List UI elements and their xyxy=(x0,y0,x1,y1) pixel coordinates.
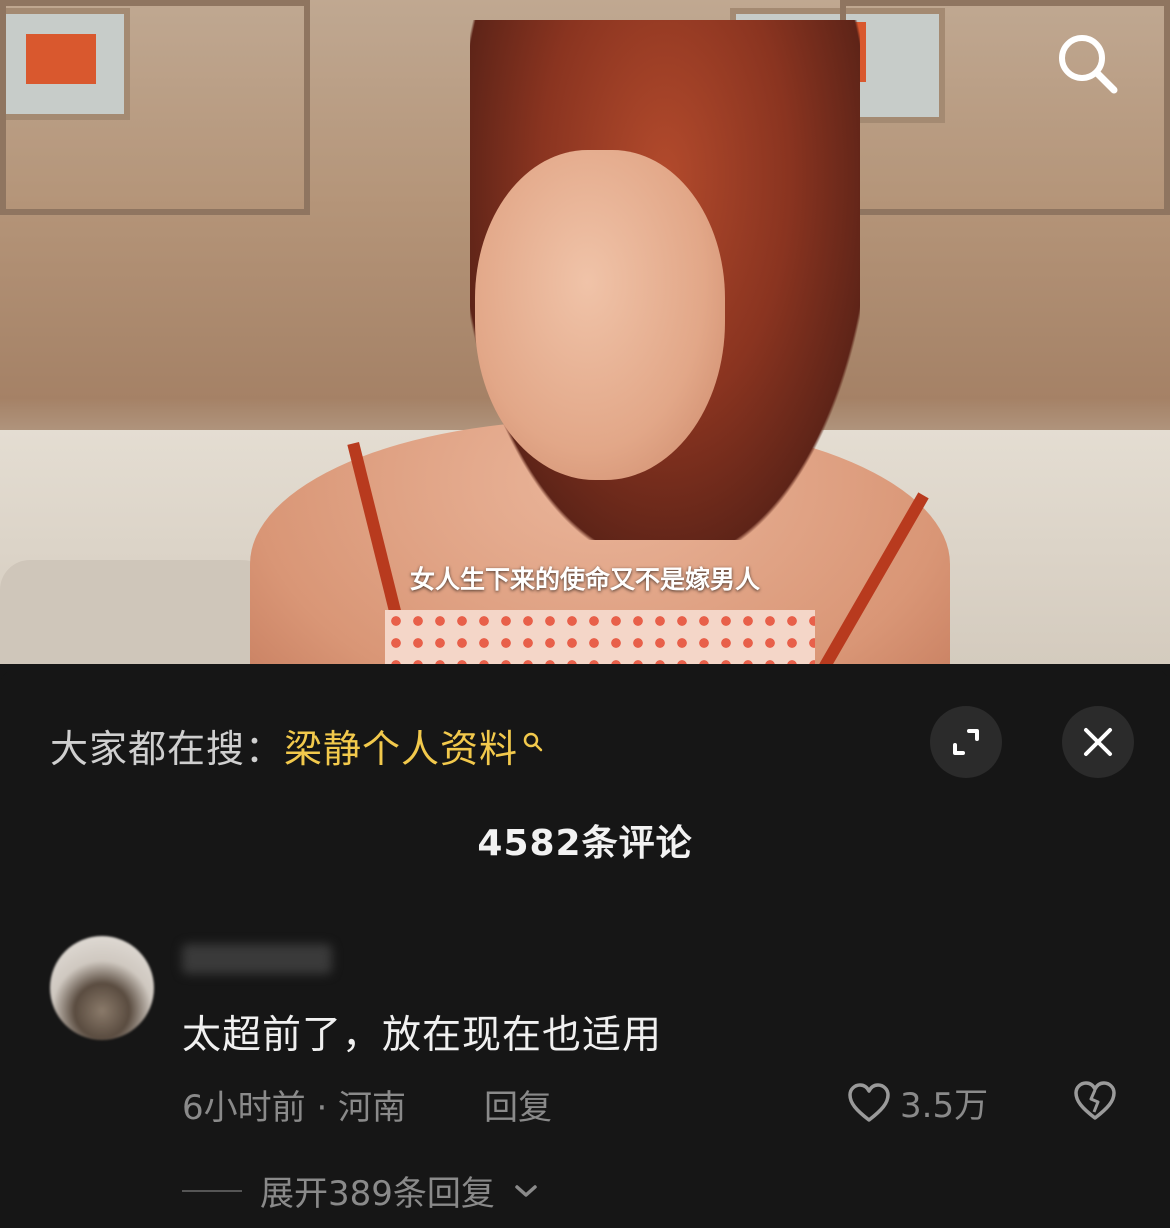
broken-heart-icon xyxy=(1074,1081,1116,1120)
comments-sheet: 大家都在搜：梁静个人资料 4582条评论 太超前了，放在现在也适用 6小时前 ·… xyxy=(0,668,1170,1228)
avatar[interactable] xyxy=(50,936,154,1040)
video-subtitle: 女人生下来的使命又不是嫁男人 xyxy=(409,565,760,594)
trending-search[interactable]: 大家都在搜：梁静个人资料 xyxy=(50,718,544,773)
reply-button[interactable]: 回复 xyxy=(484,1080,552,1129)
close-icon xyxy=(1084,728,1112,756)
like-count: 3.5万 xyxy=(900,1086,989,1126)
search-icon xyxy=(1059,35,1118,94)
fullscreen-button[interactable] xyxy=(930,706,1002,778)
like-button[interactable]: 3.5万 xyxy=(846,1078,988,1127)
search-button[interactable] xyxy=(1054,30,1120,96)
close-button[interactable] xyxy=(1062,706,1134,778)
divider xyxy=(182,1189,242,1192)
username-blurred[interactable] xyxy=(182,944,332,974)
expand-replies-label: 展开389条回复 xyxy=(260,1174,495,1214)
comment-count: 4582条评论 xyxy=(477,823,693,864)
comment-meta: 6小时前 · 河南 xyxy=(182,1088,407,1128)
expand-icon xyxy=(953,729,979,755)
trending-search-label: 大家都在搜： xyxy=(50,727,285,771)
video-player[interactable]: 女人生下来的使命又不是嫁男人 xyxy=(0,0,1170,664)
chevron-down-icon xyxy=(515,1184,537,1197)
comment-text: 太超前了，放在现在也适用 xyxy=(182,1013,663,1058)
trending-search-keyword[interactable]: 梁静个人资料 xyxy=(284,727,518,771)
expand-replies-button[interactable]: 展开389条回复 xyxy=(182,1166,539,1215)
heart-icon xyxy=(848,1082,890,1122)
dislike-button[interactable] xyxy=(1072,1080,1118,1126)
small-search-icon xyxy=(522,718,544,762)
